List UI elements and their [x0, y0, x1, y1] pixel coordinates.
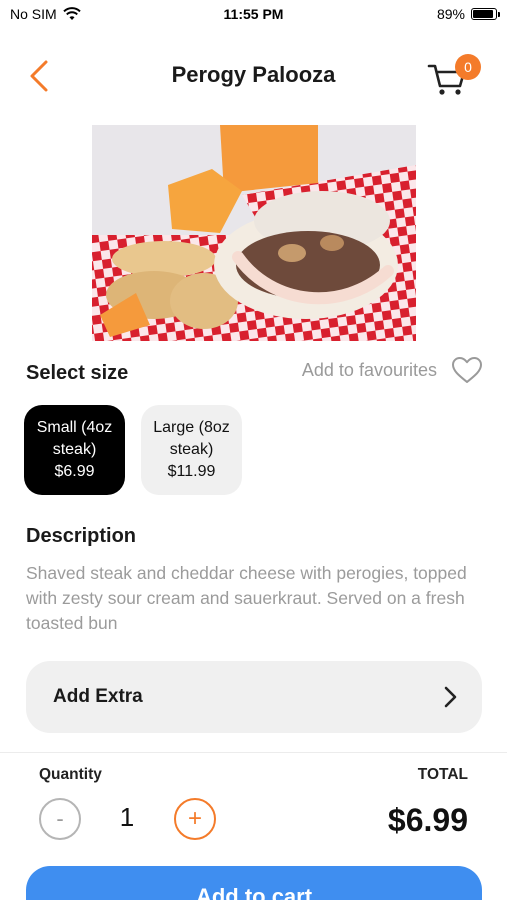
- quantity-decrease-button[interactable]: -: [39, 798, 81, 840]
- select-size-heading: Select size: [26, 362, 129, 384]
- total-label: TOTAL: [417, 766, 468, 783]
- size-option-name: Large (8oz: [153, 419, 230, 436]
- plus-icon: +: [187, 805, 202, 832]
- add-to-cart-label: Add to cart: [195, 884, 313, 900]
- status-bar: No SIM 11:55 PM 89%: [0, 0, 507, 28]
- food-photo-icon: [92, 125, 416, 341]
- size-option-name-2: steak): [169, 441, 214, 458]
- size-option-name-2: steak): [52, 441, 97, 458]
- cart-count-badge: 0: [455, 54, 481, 80]
- chevron-right-icon: [444, 686, 457, 708]
- size-option-price: $6.99: [54, 463, 95, 480]
- status-time: 11:55 PM: [223, 6, 284, 22]
- total-price: $6.99: [387, 802, 468, 838]
- add-to-favourites-button[interactable]: Add to favourites: [302, 356, 483, 384]
- divider: [0, 752, 507, 753]
- back-button[interactable]: [22, 58, 56, 94]
- minus-icon: -: [56, 806, 64, 831]
- battery-fill: [473, 10, 493, 18]
- chevron-left-icon: [30, 60, 48, 92]
- quantity-increase-button[interactable]: +: [174, 798, 216, 840]
- battery-percent: 89%: [436, 6, 465, 22]
- add-to-cart-button[interactable]: Add to cart: [26, 866, 482, 900]
- heart-icon: [452, 357, 482, 383]
- add-extra-button[interactable]: Add Extra: [26, 661, 482, 733]
- add-extra-label: Add Extra: [53, 686, 143, 707]
- size-option-name: Small (4oz: [36, 419, 113, 436]
- cart-button[interactable]: 0: [427, 54, 481, 98]
- battery-icon: [471, 8, 500, 20]
- nav-bar: Perogy Palooza 0: [0, 48, 507, 104]
- description-heading: Description: [26, 525, 137, 547]
- status-right: 89%: [436, 6, 500, 22]
- quantity-label: Quantity: [39, 766, 102, 783]
- quantity-value: 1: [119, 802, 135, 832]
- description-text: Shaved steak and cheddar cheese with per…: [26, 563, 467, 633]
- favourites-label: Add to favourites: [301, 359, 437, 380]
- size-option-price: $11.99: [167, 463, 216, 480]
- size-option-small[interactable]: Small (4oz steak) $6.99: [24, 405, 125, 495]
- size-option-large[interactable]: Large (8oz steak) $11.99: [141, 405, 242, 495]
- size-options: Small (4oz steak) $6.99 Large (8oz steak…: [24, 405, 242, 495]
